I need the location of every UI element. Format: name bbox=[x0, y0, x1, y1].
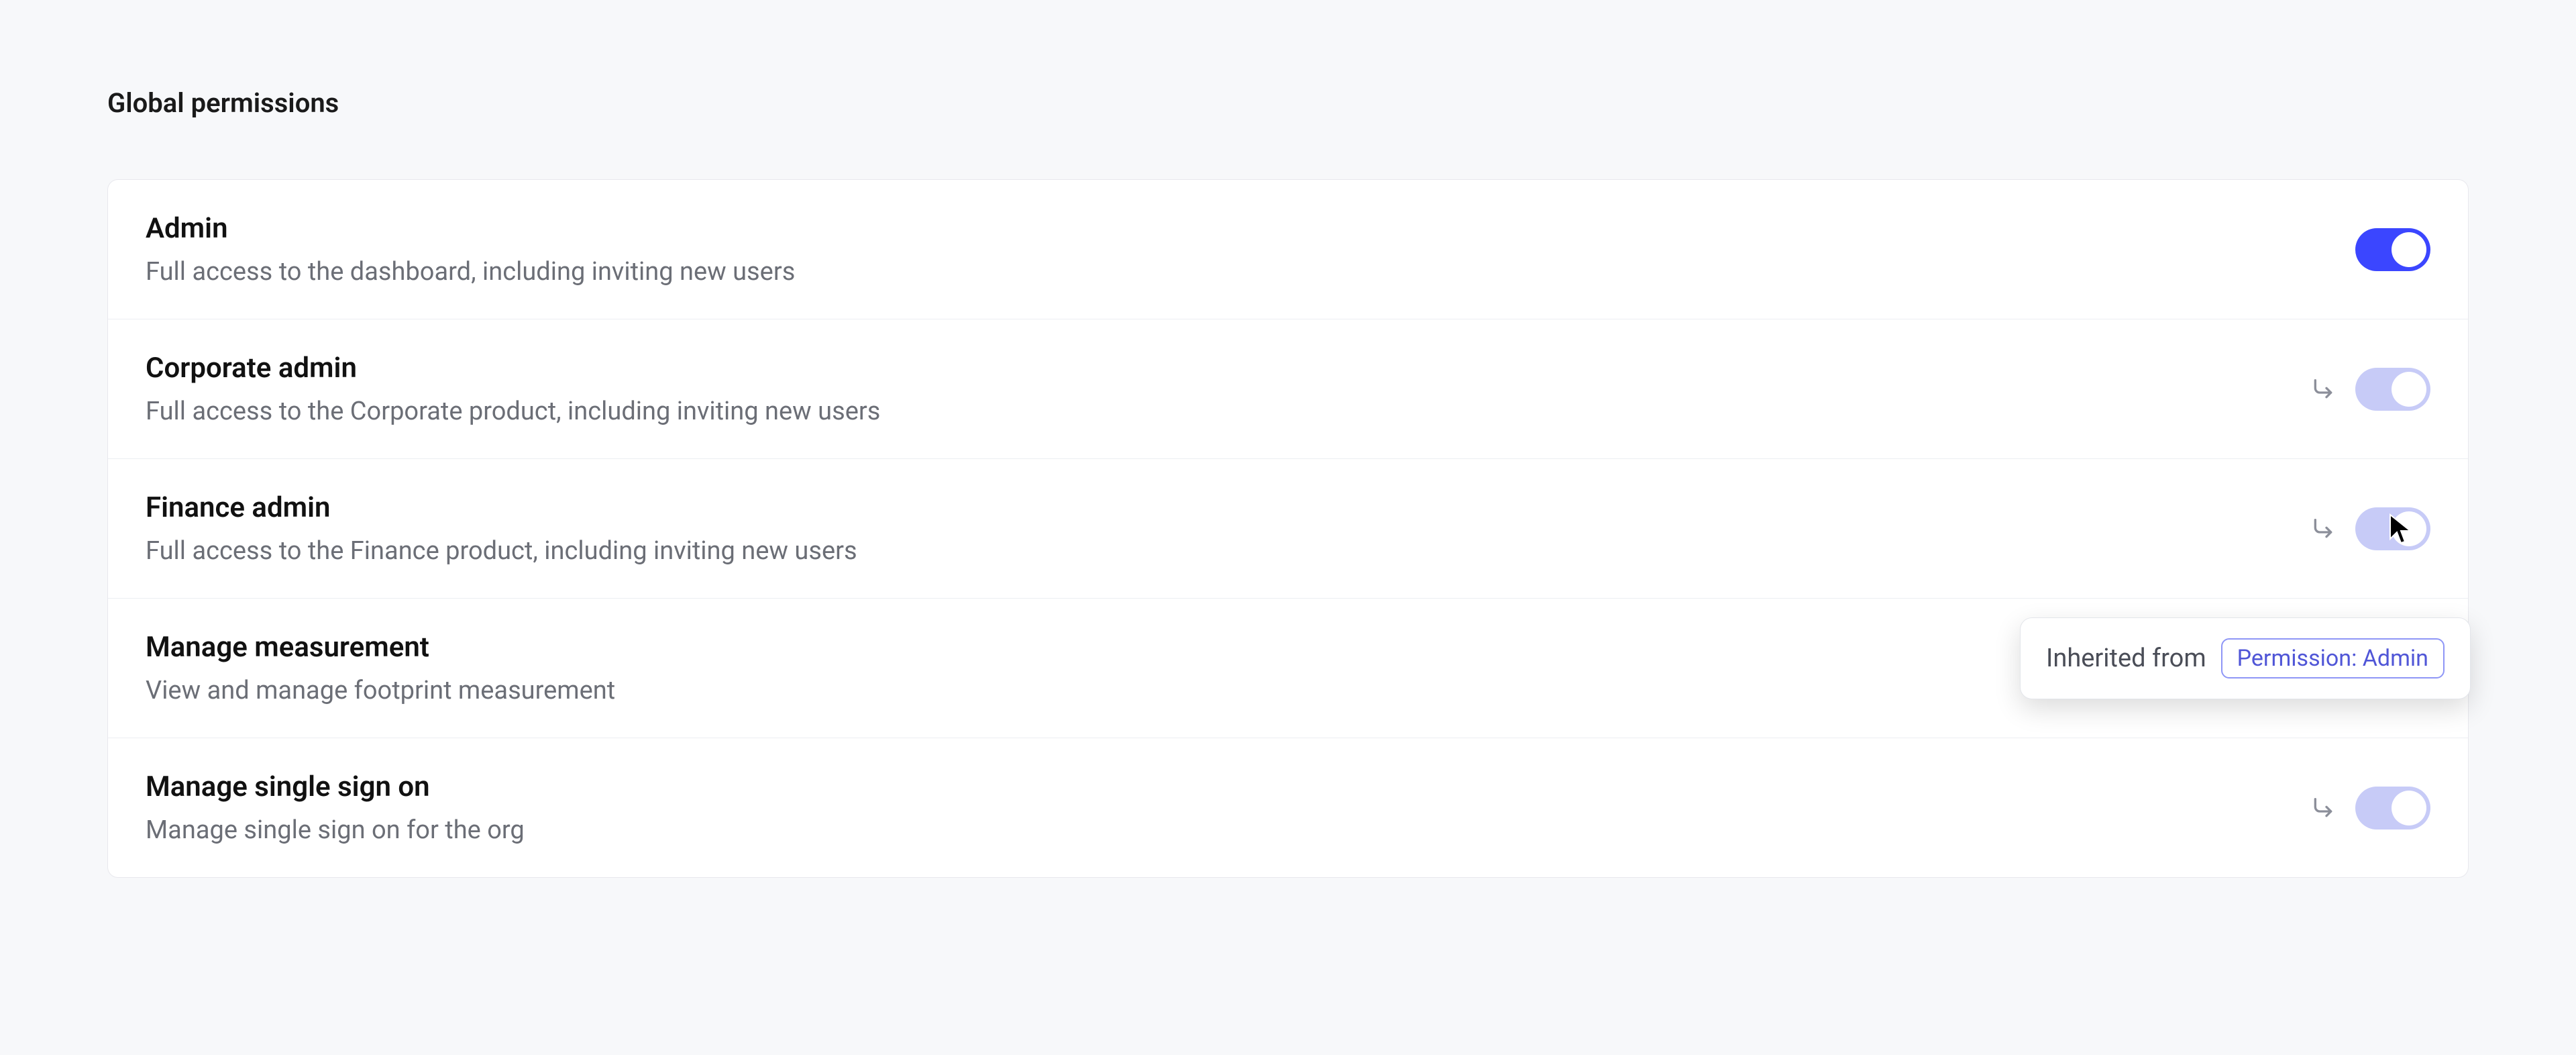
permission-row: Admin Full access to the dashboard, incl… bbox=[108, 180, 2468, 319]
permission-desc: Full access to the Corporate product, in… bbox=[146, 397, 2310, 426]
permission-title: Manage measurement bbox=[146, 631, 2310, 664]
permission-toggle-finance-admin[interactable] bbox=[2355, 507, 2430, 550]
permission-title: Manage single sign on bbox=[146, 770, 2310, 803]
section-title: Global permissions bbox=[107, 87, 2469, 119]
inherited-tooltip: Inherited from Permission: Admin bbox=[2020, 617, 2471, 699]
permission-title: Finance admin bbox=[146, 491, 2310, 524]
permissions-card: Admin Full access to the dashboard, incl… bbox=[107, 179, 2469, 878]
permission-title: Corporate admin bbox=[146, 352, 2310, 385]
inherited-tooltip-label: Inherited from bbox=[2046, 644, 2206, 673]
permission-desc: Full access to the Finance product, incl… bbox=[146, 536, 2310, 566]
inherit-arrow-icon bbox=[2310, 515, 2337, 542]
inherited-tooltip-chip: Permission: Admin bbox=[2221, 638, 2445, 679]
permission-desc: View and manage footprint measurement bbox=[146, 676, 2310, 705]
permission-row: Manage single sign on Manage single sign… bbox=[108, 738, 2468, 877]
permission-toggle-corporate-admin[interactable] bbox=[2355, 368, 2430, 411]
permission-row: Finance admin Full access to the Finance… bbox=[108, 459, 2468, 599]
inherit-arrow-icon bbox=[2310, 376, 2337, 403]
permission-row: Corporate admin Full access to the Corpo… bbox=[108, 319, 2468, 459]
inherit-arrow-icon bbox=[2310, 795, 2337, 821]
permission-toggle-admin[interactable] bbox=[2355, 228, 2430, 271]
permission-toggle-manage-sso[interactable] bbox=[2355, 787, 2430, 830]
permission-title: Admin bbox=[146, 212, 2355, 245]
permission-desc: Manage single sign on for the org bbox=[146, 815, 2310, 845]
permission-desc: Full access to the dashboard, including … bbox=[146, 257, 2355, 287]
